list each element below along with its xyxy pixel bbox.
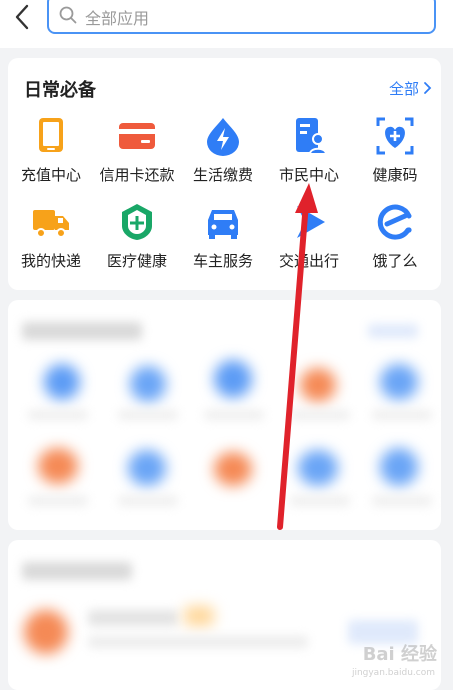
blurred-title bbox=[22, 562, 132, 580]
blurred-icon bbox=[298, 450, 338, 486]
service-car-owner[interactable]: 车主服务 bbox=[180, 202, 266, 292]
blurred-label bbox=[204, 410, 264, 420]
service-medical-health[interactable]: 医疗健康 bbox=[94, 202, 180, 292]
blurred-label bbox=[372, 496, 432, 506]
transport-arrow-icon bbox=[297, 206, 325, 238]
blurred-icon bbox=[128, 450, 166, 486]
blurred-section bbox=[8, 300, 441, 530]
service-transport[interactable]: 交通出行 bbox=[266, 202, 352, 292]
blurred-title bbox=[22, 322, 142, 340]
blurred-icon bbox=[38, 448, 78, 484]
eleme-icon bbox=[377, 204, 412, 240]
service-citizen-center[interactable]: 市民中心 bbox=[266, 116, 352, 206]
blurred-icon bbox=[380, 364, 418, 400]
blurred-icon bbox=[380, 448, 418, 486]
blurred-badge bbox=[184, 606, 214, 626]
service-label: 饿了么 bbox=[372, 252, 418, 270]
service-recharge-center[interactable]: 充值中心 bbox=[8, 116, 94, 206]
blurred-text bbox=[88, 610, 178, 626]
blurred-icon bbox=[214, 360, 252, 398]
back-arrow-icon[interactable] bbox=[10, 2, 36, 32]
watermark-sub: jingyan.baidu.com bbox=[351, 668, 435, 678]
lightning-drop-icon bbox=[207, 118, 239, 156]
top-bar: 全部应用 bbox=[0, 0, 453, 48]
view-all-label: 全部 bbox=[388, 80, 419, 98]
chevron-right-icon bbox=[424, 82, 432, 94]
blurred-label bbox=[372, 410, 432, 420]
blurred-icon bbox=[130, 366, 166, 402]
blurred-label bbox=[118, 496, 178, 506]
citizen-card-icon bbox=[296, 118, 328, 155]
blurred-icon bbox=[44, 364, 80, 400]
blurred-icon bbox=[300, 368, 336, 402]
section-title: 日常必备 bbox=[24, 80, 96, 101]
service-eleme[interactable]: 饿了么 bbox=[352, 202, 438, 292]
blurred-label bbox=[28, 496, 88, 506]
blurred-icon bbox=[24, 610, 68, 654]
service-credit-card-repay[interactable]: 信用卡还款 bbox=[94, 116, 180, 206]
view-all-link[interactable]: 全部 bbox=[388, 78, 432, 99]
service-life-payment[interactable]: 生活缴费 bbox=[180, 116, 266, 206]
watermark: Bai 经验 bbox=[362, 644, 437, 665]
medical-shield-icon bbox=[122, 204, 152, 240]
search-input[interactable]: 全部应用 bbox=[47, 0, 436, 34]
blurred-link bbox=[368, 324, 418, 338]
delivery-truck-icon bbox=[33, 210, 69, 238]
service-label: 健康码 bbox=[372, 166, 418, 184]
blurred-icon bbox=[214, 452, 252, 486]
service-health-code[interactable]: 健康码 bbox=[352, 116, 438, 206]
blurred-label bbox=[290, 410, 350, 420]
daily-essentials-card: 日常必备 全部 充值中心 信用卡还款 生活缴费 市民中心 健康码 我的快递 医疗… bbox=[8, 58, 441, 290]
blurred-label bbox=[290, 496, 350, 506]
blurred-text bbox=[88, 636, 308, 648]
blurred-label bbox=[28, 410, 88, 420]
search-placeholder: 全部应用 bbox=[85, 9, 150, 28]
service-my-delivery[interactable]: 我的快递 bbox=[8, 202, 94, 292]
tablet-icon bbox=[39, 118, 63, 152]
health-heart-icon bbox=[376, 117, 414, 155]
search-icon bbox=[59, 6, 77, 24]
blurred-label bbox=[118, 410, 178, 420]
car-icon bbox=[208, 210, 238, 239]
credit-card-icon bbox=[119, 123, 155, 149]
